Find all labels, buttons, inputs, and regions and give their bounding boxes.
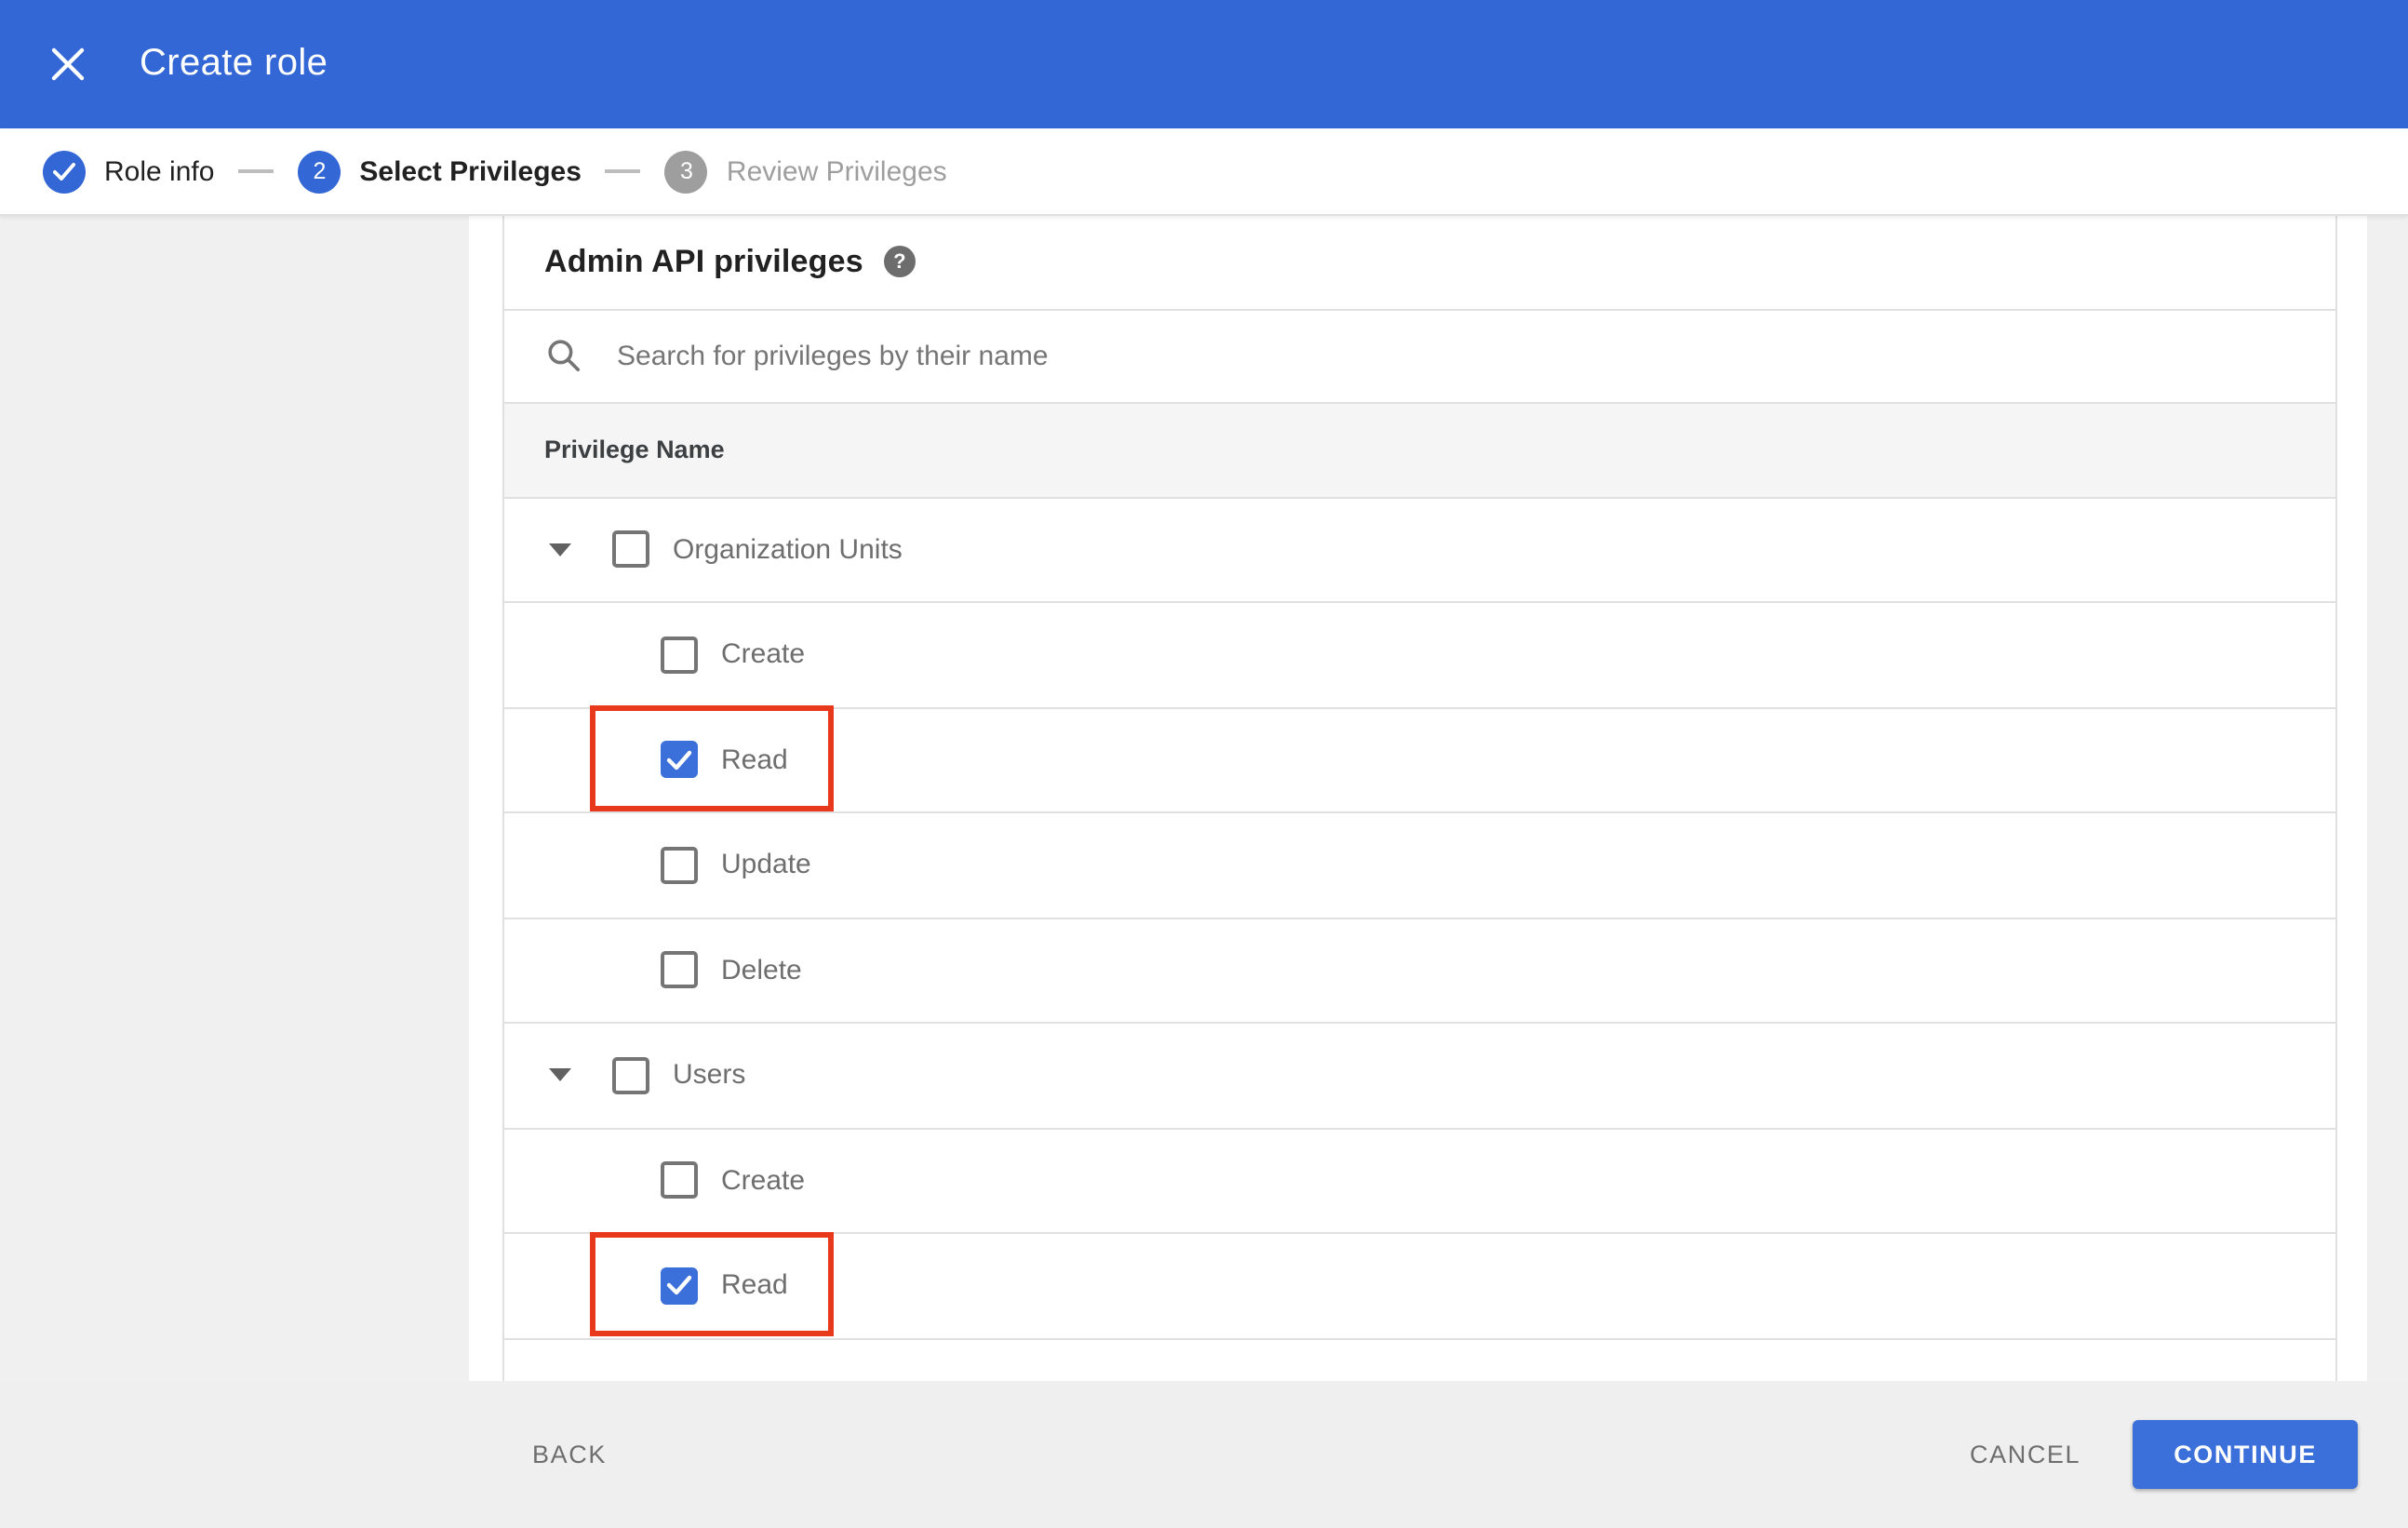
privilege-group-label: Organization Units (673, 533, 903, 566)
right-gutter (2367, 216, 2408, 1381)
checkbox-update[interactable] (660, 846, 697, 884)
privilege-label: Create (721, 1164, 806, 1197)
close-button[interactable] (45, 42, 89, 87)
left-gutter (0, 216, 469, 1381)
step-label: Review Privileges (726, 155, 947, 187)
privilege-label: Update (721, 849, 811, 881)
checkbox-read[interactable] (660, 741, 697, 779)
row-partial (503, 1339, 2335, 1380)
checkbox-organization-units[interactable] (611, 530, 649, 569)
checkbox-delete[interactable] (660, 951, 697, 989)
dialog-title: Create role (140, 43, 328, 84)
main-area: Admin API privileges ? Privilege Name (0, 216, 2408, 1381)
collapse-caret-icon[interactable] (548, 1068, 570, 1082)
checkbox-create[interactable] (660, 1161, 697, 1200)
privilege-label: Create (721, 638, 806, 671)
row-org-units-delete: Delete (503, 918, 2335, 1024)
dialog-header: Create role (0, 0, 2408, 128)
search-row (503, 310, 2335, 403)
stepper-connector (605, 169, 641, 173)
collapse-caret-icon[interactable] (548, 543, 570, 556)
continue-button[interactable]: CONTINUE (2133, 1420, 2358, 1489)
help-icon[interactable]: ? (883, 246, 916, 278)
content-sheet: Admin API privileges ? Privilege Name (469, 216, 2367, 1381)
checkbox-create[interactable] (660, 636, 697, 674)
step-number-circle: 2 (298, 150, 341, 193)
privilege-label: Read (721, 1269, 788, 1302)
highlight-box (590, 705, 834, 811)
row-org-units-create: Create (503, 603, 2335, 708)
back-button[interactable]: BACK (521, 1426, 618, 1483)
close-icon (50, 47, 84, 81)
search-icon (547, 340, 580, 372)
create-role-dialog: Create role Role info 2 Select Privilege… (0, 0, 2408, 1528)
highlight-box (590, 1231, 834, 1336)
privilege-name-column-header: Privilege Name (544, 436, 725, 463)
step-select-privileges[interactable]: 2 Select Privileges (298, 150, 582, 193)
checkbox-read[interactable] (660, 1267, 697, 1305)
row-organization-units: Organization Units (503, 498, 2335, 603)
cancel-button[interactable]: CANCEL (1959, 1426, 2092, 1483)
table-header-row: Privilege Name (503, 403, 2335, 498)
row-users: Users (503, 1024, 2335, 1129)
step-label: Select Privileges (359, 155, 582, 187)
privileges-card: Admin API privileges ? Privilege Name (502, 216, 2337, 1380)
dialog-footer: BACK CANCEL CONTINUE (0, 1381, 2408, 1528)
step-number-circle: 3 (664, 150, 708, 193)
check-icon (665, 1276, 691, 1295)
stepper-connector (238, 169, 274, 173)
checkbox-users[interactable] (611, 1056, 649, 1094)
privilege-group-label: Users (673, 1059, 746, 1092)
step-review-privileges: 3 Review Privileges (664, 150, 947, 193)
section-title: Admin API privileges (544, 243, 863, 279)
row-org-units-update: Update (503, 813, 2335, 918)
privilege-label: Read (721, 744, 788, 776)
search-input[interactable] (613, 338, 1737, 373)
step-completed-circle (43, 150, 86, 193)
row-org-units-read: Read (503, 705, 2335, 813)
wizard-stepper: Role info 2 Select Privileges 3 Review P… (0, 128, 2408, 216)
section-heading-row: Admin API privileges ? (503, 216, 2335, 310)
privilege-label: Delete (721, 954, 802, 986)
check-icon (665, 750, 691, 770)
check-icon (53, 162, 75, 180)
step-label: Role info (104, 155, 215, 187)
row-users-create: Create (503, 1129, 2335, 1234)
step-role-info[interactable]: Role info (43, 150, 214, 193)
row-users-read: Read (503, 1231, 2335, 1339)
